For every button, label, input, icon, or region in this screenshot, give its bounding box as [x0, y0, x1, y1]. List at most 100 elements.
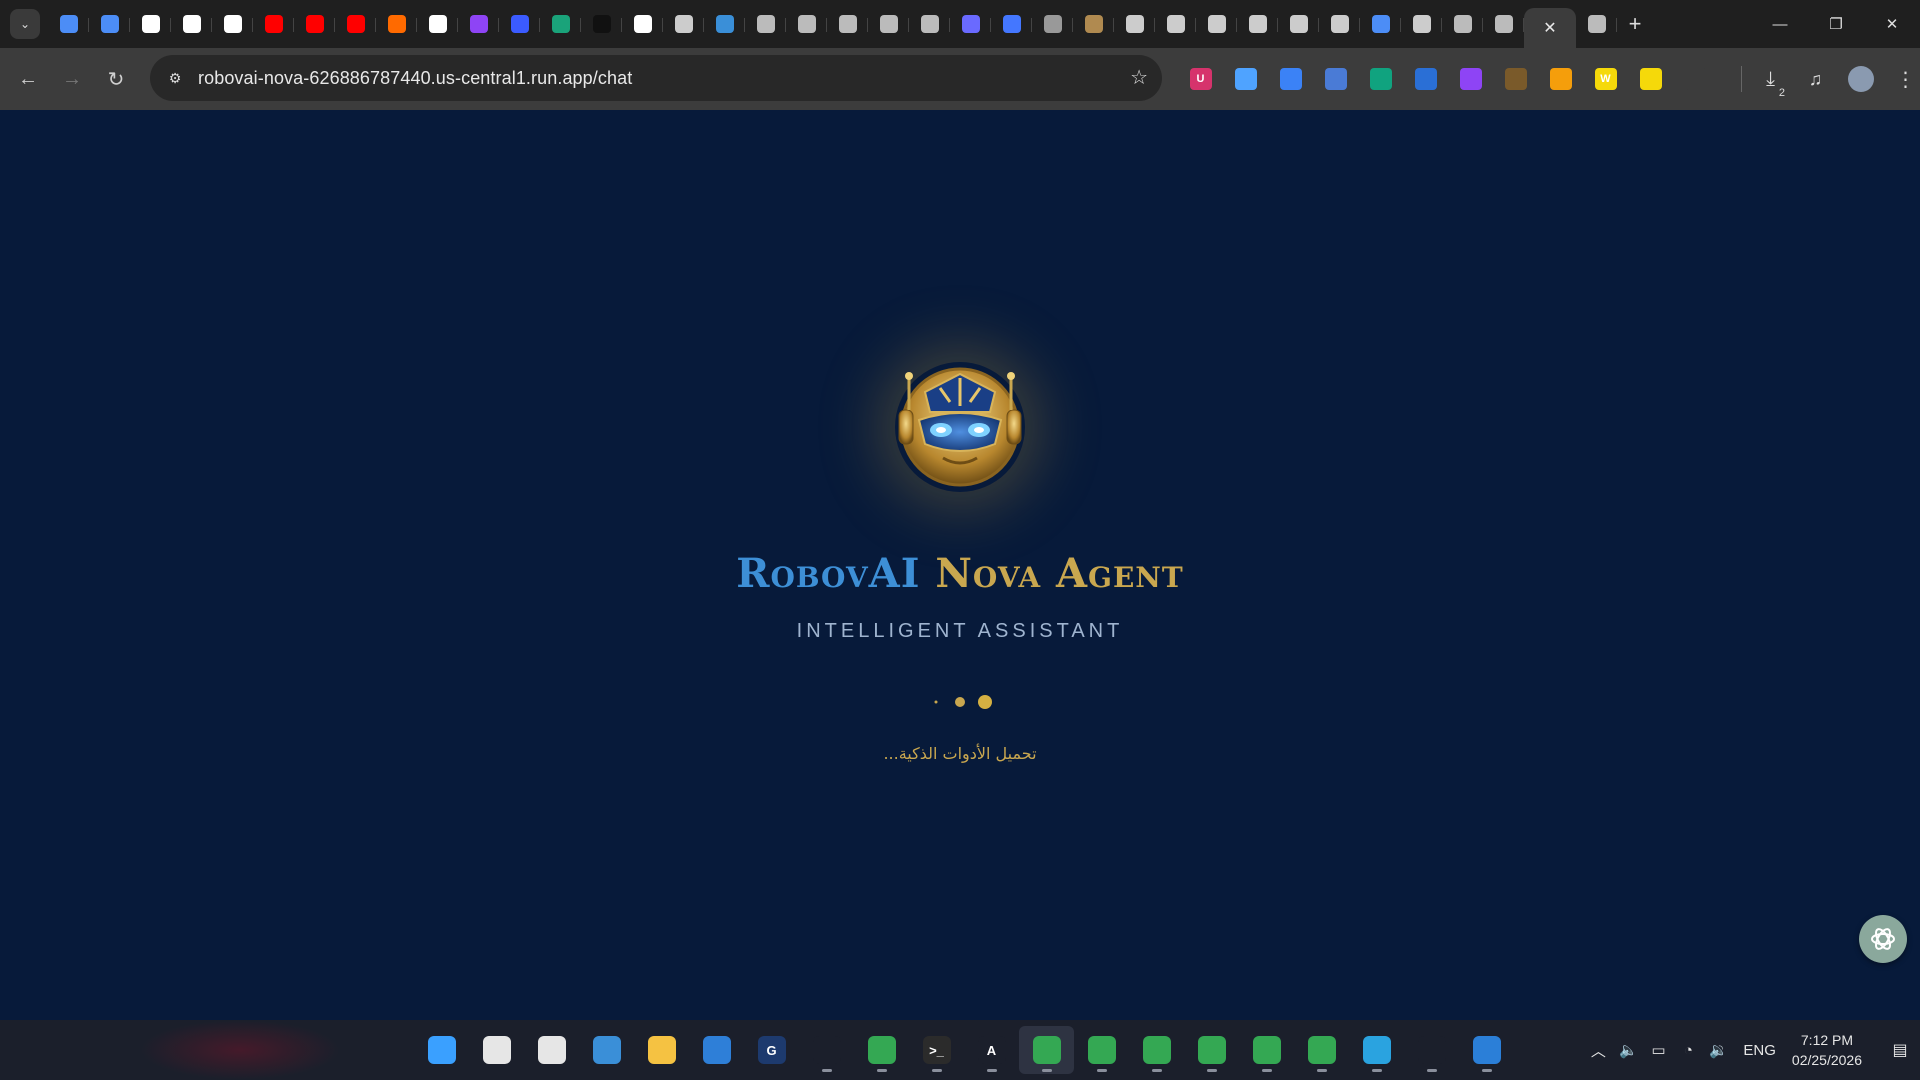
browser-tab[interactable] [663, 6, 704, 42]
forward-button[interactable]: → [50, 57, 94, 101]
taskbar-app[interactable] [1459, 1026, 1514, 1074]
taskbar-app[interactable] [799, 1026, 854, 1074]
extension-button[interactable] [1313, 57, 1358, 101]
bookmark-star-icon[interactable]: ☆ [1130, 65, 1148, 90]
volume-icon[interactable]: 🔉 [1703, 1041, 1733, 1059]
browser-tab[interactable] [704, 6, 745, 42]
browser-tab[interactable] [89, 6, 130, 42]
browser-tab[interactable] [48, 6, 89, 42]
speaker-icon[interactable]: 🔈 [1613, 1041, 1643, 1059]
search-icon [482, 1036, 511, 1064]
browser-tab[interactable] [1576, 6, 1617, 42]
chrome-icon [1142, 1036, 1171, 1064]
chat-assistant-button[interactable] [1859, 915, 1907, 963]
taskbar-app[interactable] [1184, 1026, 1239, 1074]
browser-tab[interactable] [417, 6, 458, 42]
browser-tab[interactable] [1237, 6, 1278, 42]
browser-menu-button[interactable]: ⋮ [1883, 57, 1920, 101]
browser-tab[interactable] [868, 6, 909, 42]
extension-button[interactable] [1268, 57, 1313, 101]
browser-tab[interactable] [1401, 6, 1442, 42]
taskbar-app[interactable] [524, 1026, 579, 1074]
browser-tab[interactable] [294, 6, 335, 42]
browser-tab[interactable] [909, 6, 950, 42]
browser-tab[interactable] [1360, 6, 1401, 42]
close-icon[interactable]: ✕ [1543, 18, 1556, 38]
browser-tab[interactable] [1155, 6, 1196, 42]
taskbar-app[interactable] [854, 1026, 909, 1074]
downloads-button[interactable]: ⤓ 2 [1748, 57, 1793, 101]
taskbar-app[interactable] [1129, 1026, 1184, 1074]
media-control-button[interactable]: ♫ [1793, 57, 1838, 101]
loading-dot [934, 700, 938, 704]
back-button[interactable]: ← [6, 57, 50, 101]
language-indicator[interactable]: ENG [1743, 1042, 1776, 1059]
browser-tab[interactable] [1196, 6, 1237, 42]
extension-button[interactable] [1358, 57, 1403, 101]
browser-tab[interactable] [1483, 6, 1524, 42]
extension-button[interactable] [1448, 57, 1493, 101]
browser-tab[interactable] [786, 6, 827, 42]
profile-avatar[interactable] [1838, 57, 1883, 101]
battery-icon[interactable]: ▭ [1643, 1041, 1673, 1059]
taskbar-app[interactable] [469, 1026, 524, 1074]
extension-button[interactable] [1223, 57, 1268, 101]
browser-tab[interactable] [1073, 6, 1114, 42]
browser-tab[interactable] [1442, 6, 1483, 42]
restore-button[interactable]: ❐ [1808, 0, 1864, 48]
new-tab-button[interactable]: + [1617, 6, 1653, 42]
taskbar-app[interactable] [1294, 1026, 1349, 1074]
taskbar-app[interactable] [1349, 1026, 1404, 1074]
wifi-icon[interactable]: ◔ [1673, 1042, 1703, 1059]
taskbar-app[interactable]: A [964, 1026, 1019, 1074]
taskbar-app[interactable] [579, 1026, 634, 1074]
extension-button[interactable]: W [1583, 57, 1628, 101]
browser-tab[interactable] [622, 6, 663, 42]
taskbar-app[interactable] [1074, 1026, 1129, 1074]
browser-tab[interactable] [745, 6, 786, 42]
site-info-icon[interactable]: ⚙ [158, 61, 192, 95]
clock[interactable]: 7:12 PM 02/25/2026 [1792, 1030, 1862, 1070]
browser-tab[interactable] [376, 6, 417, 42]
reload-button[interactable]: ↻ [94, 57, 138, 101]
browser-tab[interactable] [130, 6, 171, 42]
g-app-icon: G [757, 1036, 786, 1064]
browser-tab[interactable] [581, 6, 622, 42]
browser-tab[interactable] [827, 6, 868, 42]
extension-button[interactable] [1673, 57, 1718, 101]
browser-tab[interactable] [499, 6, 540, 42]
active-browser-tab[interactable]: ✕ [1524, 8, 1576, 48]
taskbar-app[interactable]: G [744, 1026, 799, 1074]
browser-tab[interactable] [253, 6, 294, 42]
browser-tab[interactable] [458, 6, 499, 42]
notification-icon[interactable]: ▤ [1880, 1040, 1920, 1060]
taskbar-app[interactable] [689, 1026, 744, 1074]
taskbar-app[interactable] [634, 1026, 689, 1074]
close-window-button[interactable]: ✕ [1864, 0, 1920, 48]
browser-tab[interactable] [1278, 6, 1319, 42]
extension-button[interactable] [1628, 57, 1673, 101]
extension-button[interactable] [1538, 57, 1583, 101]
browser-tab[interactable] [1319, 6, 1360, 42]
address-bar[interactable]: ⚙ robovai-nova-626886787440.us-central1.… [150, 55, 1162, 101]
minimize-button[interactable]: — [1752, 0, 1808, 48]
app-icon [1459, 68, 1482, 90]
chevron-up-icon[interactable]: ︿ [1583, 1040, 1613, 1061]
browser-tab[interactable] [950, 6, 991, 42]
browser-tab[interactable] [540, 6, 581, 42]
browser-tab[interactable] [212, 6, 253, 42]
browser-tab[interactable] [335, 6, 376, 42]
browser-tab[interactable] [991, 6, 1032, 42]
taskbar-app[interactable] [414, 1026, 469, 1074]
taskbar-app[interactable] [1404, 1026, 1459, 1074]
browser-tab[interactable] [171, 6, 212, 42]
extension-button[interactable] [1493, 57, 1538, 101]
extension-button[interactable] [1403, 57, 1448, 101]
tab-search-button[interactable]: ⌄ [10, 9, 40, 39]
taskbar-app[interactable] [1019, 1026, 1074, 1074]
taskbar-app[interactable]: >_ [909, 1026, 964, 1074]
extension-button[interactable]: U [1178, 57, 1223, 101]
browser-tab[interactable] [1114, 6, 1155, 42]
taskbar-app[interactable] [1239, 1026, 1294, 1074]
browser-tab[interactable] [1032, 6, 1073, 42]
